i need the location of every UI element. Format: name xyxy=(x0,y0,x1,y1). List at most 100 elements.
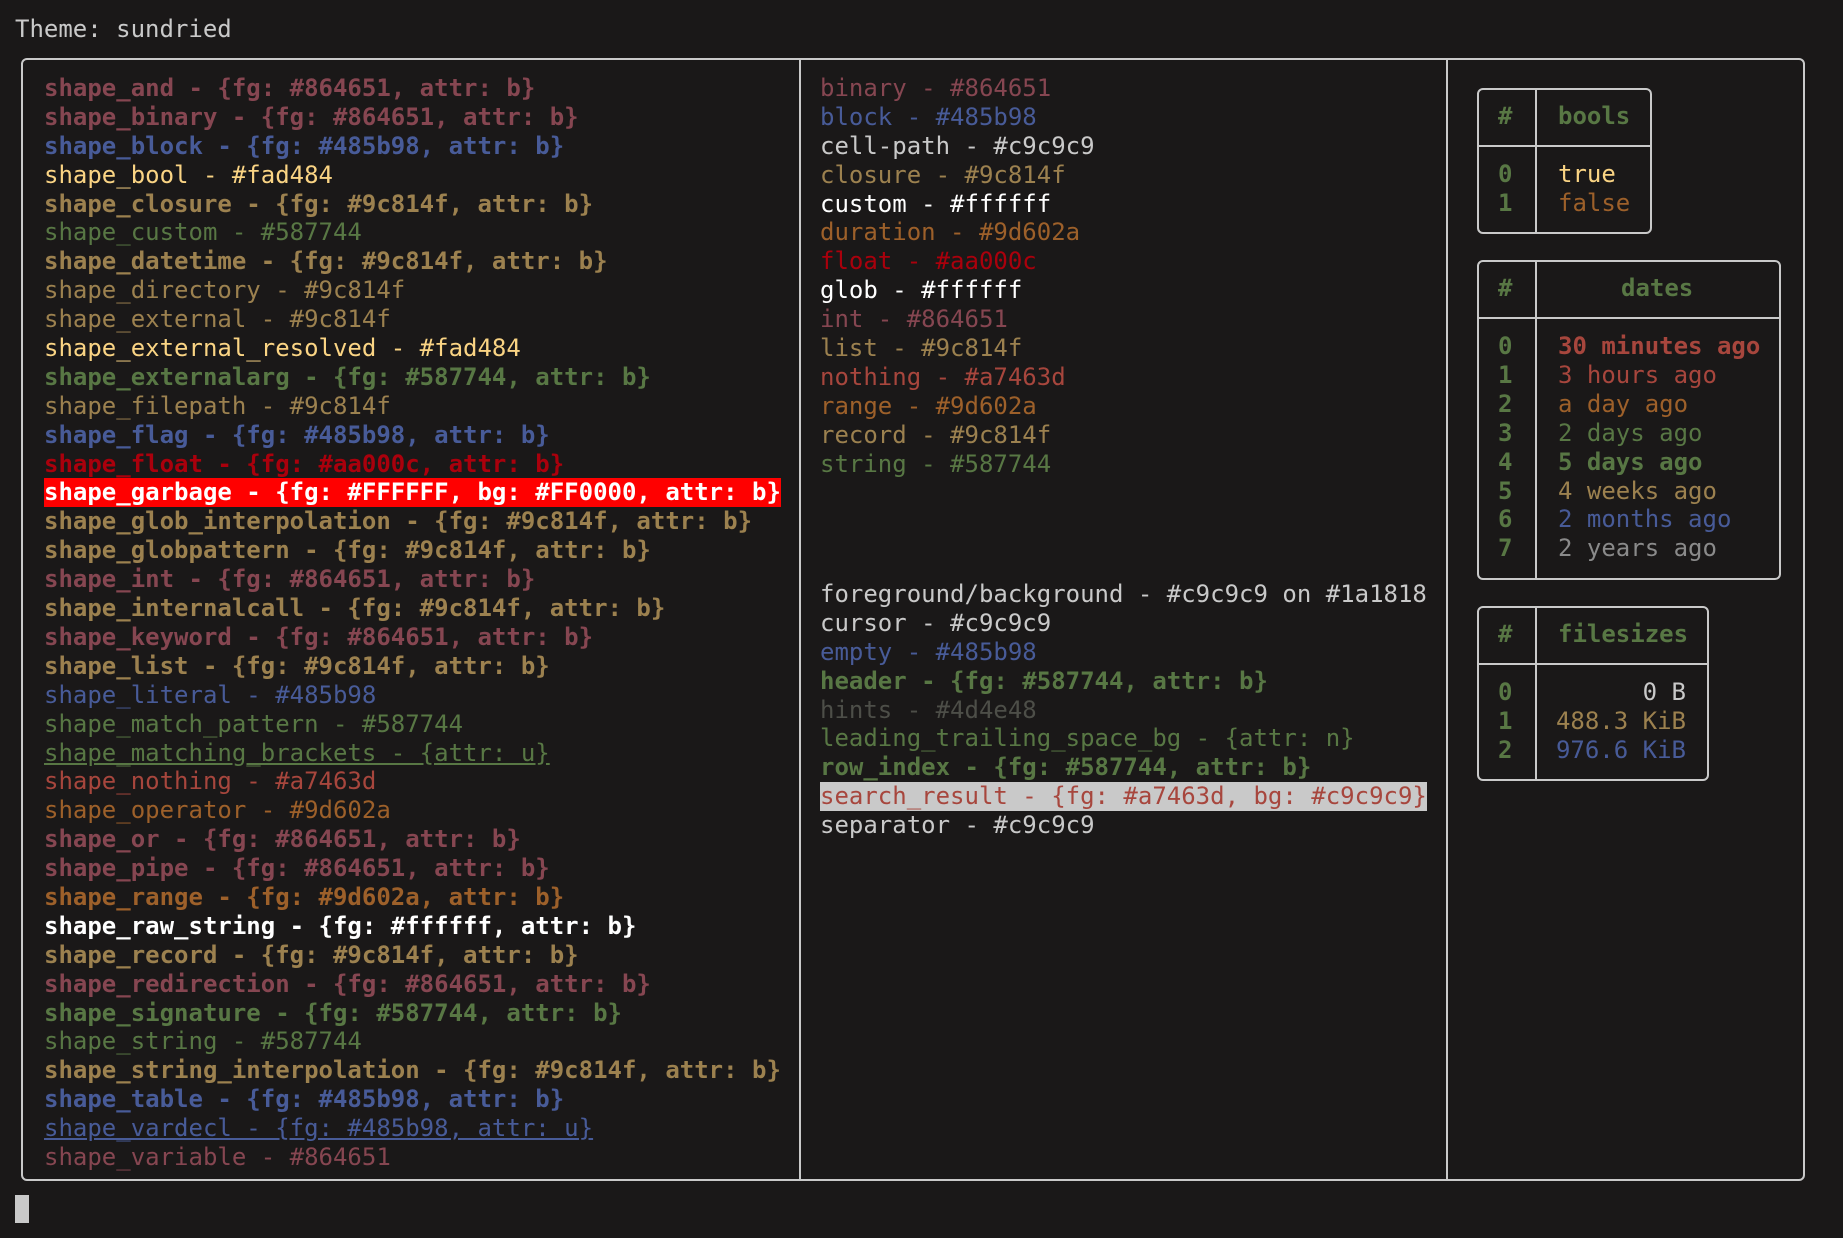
ui-color-entry: cursor - #c9c9c9 xyxy=(820,608,1052,637)
shape-color-entry: shape_internalcall - {fg: #9c814f, attr:… xyxy=(44,594,666,623)
type-color-entry: float - #aa000c xyxy=(820,247,1037,276)
shape-color-entry: shape_pipe - {fg: #864651, attr: b} xyxy=(44,854,550,883)
table-header-separator xyxy=(1479,145,1650,147)
table-cell: false xyxy=(1558,188,1631,217)
shape-color-entry: shape_globpattern - {fg: #9c814f, attr: … xyxy=(44,536,651,565)
shape-color-entry: shape_int - {fg: #864651, attr: b} xyxy=(44,565,536,594)
shape-color-entry: shape_garbage - {fg: #FFFFFF, bg: #FF000… xyxy=(44,478,781,508)
row-index: 5 xyxy=(1498,476,1513,505)
table-column-separator xyxy=(1535,90,1537,232)
type-color-entry: closure - #9c814f xyxy=(820,160,1066,189)
shape-color-entry: shape_binary - {fg: #864651, attr: b} xyxy=(44,102,579,131)
shape-color-entry: shape_bool - #fad484 xyxy=(44,160,333,189)
table-cell: 3 hours ago xyxy=(1558,360,1717,389)
row-index: 1 xyxy=(1498,188,1513,217)
index-header: # xyxy=(1498,102,1513,130)
column-divider xyxy=(1446,60,1448,1179)
shape-color-entry: shape_string_interpolation - {fg: #9c814… xyxy=(44,1056,781,1085)
shape-color-entry: shape_float - {fg: #aa000c, attr: b} xyxy=(44,449,565,478)
theme-preview-panel: shape_and - {fg: #864651, attr: b} shape_… xyxy=(21,58,1805,1181)
table-cell: true xyxy=(1558,160,1616,188)
table-cell: 2 years ago xyxy=(1558,534,1717,563)
dates-table: # dates 0 30 minutes ago 1 3 hours ago 2 a da… xyxy=(1477,260,1781,580)
row-index: 4 xyxy=(1498,447,1513,476)
shape-color-entry: shape_external_resolved - #fad484 xyxy=(44,334,521,363)
ui-color-entry: foreground/background - #c9c9c9 on #1a18… xyxy=(820,580,1427,608)
type-color-entry: string - #587744 xyxy=(820,449,1052,478)
ui-color-entry: empty - #485b98 xyxy=(820,637,1037,666)
shape-color-entry: shape_signature - {fg: #587744, attr: b} xyxy=(44,998,622,1027)
column-header: dates xyxy=(1621,274,1694,302)
shape-color-entry: shape_raw_string - {fg: #ffffff, attr: b… xyxy=(44,911,637,940)
type-color-entry: list - #9c814f xyxy=(820,334,1023,363)
type-color-entry: range - #9d602a xyxy=(820,391,1037,420)
shape-color-entry: shape_operator - #9d602a xyxy=(44,796,391,825)
shape-color-entry: shape_string - #587744 xyxy=(44,1027,362,1056)
ui-colors-column: foreground/background - #c9c9c9 on #1a18… xyxy=(820,580,1427,840)
shape-color-entry: shape_custom - #587744 xyxy=(44,218,362,247)
row-index: 1 xyxy=(1498,706,1513,735)
table-cell: 2 months ago xyxy=(1558,505,1732,534)
ui-color-entry: separator - #c9c9c9 xyxy=(820,811,1095,840)
types-column: binary - #864651 block - #485b98 cell-path… xyxy=(820,74,1095,478)
bools-table: # bools 0 true 1 false xyxy=(1477,88,1652,234)
row-index: 0 xyxy=(1498,332,1513,360)
shape-color-entry: shape_block - {fg: #485b98, attr: b} xyxy=(44,131,565,160)
table-header-separator xyxy=(1479,317,1779,319)
row-index: 2 xyxy=(1498,389,1513,418)
column-header: bools xyxy=(1558,102,1631,130)
shape-color-entry: shape_flag - {fg: #485b98, attr: b} xyxy=(44,420,550,449)
ui-color-entry: hints - #4d4e48 xyxy=(820,695,1037,724)
table-cell: 4 weeks ago xyxy=(1558,476,1717,505)
table-cell: 5 days ago xyxy=(1558,447,1703,476)
shape-color-entry: shape_glob_interpolation - {fg: #9c814f,… xyxy=(44,507,753,536)
filesizes-table: # filesizes 0 0 B 1 488.3 KiB 2 976.6 KiB xyxy=(1477,606,1709,781)
shape-color-entry: shape_datetime - {fg: #9c814f, attr: b} xyxy=(44,247,608,276)
row-index: 7 xyxy=(1498,534,1513,563)
column-header: filesizes xyxy=(1558,620,1689,648)
shape-color-entry: shape_table - {fg: #485b98, attr: b} xyxy=(44,1085,565,1114)
shape-color-entry: shape_directory - #9c814f xyxy=(44,276,406,305)
index-header: # xyxy=(1498,274,1513,302)
table-column-separator xyxy=(1535,608,1537,779)
shape-color-entry: shape_externalarg - {fg: #587744, attr: … xyxy=(44,362,651,391)
table-cell: 2 days ago xyxy=(1558,418,1703,447)
row-index: 6 xyxy=(1498,505,1513,534)
type-color-entry: custom - #ffffff xyxy=(820,189,1052,218)
shape-color-entry: shape_list - {fg: #9c814f, attr: b} xyxy=(44,651,550,680)
row-index: 1 xyxy=(1498,360,1513,389)
table-cell: 30 minutes ago xyxy=(1558,332,1761,360)
table-cell: a day ago xyxy=(1558,389,1689,418)
shape-color-entry: shape_vardecl - {fg: #485b98, attr: u} xyxy=(44,1114,594,1143)
shape-color-entry: shape_and - {fg: #864651, attr: b} xyxy=(44,74,536,102)
shape-color-entry: shape_external - #9c814f xyxy=(44,305,391,334)
table-cell: 488.3 KiB xyxy=(1555,706,1686,735)
type-color-entry: binary - #864651 xyxy=(820,74,1052,102)
table-header-separator xyxy=(1479,663,1707,665)
row-index: 0 xyxy=(1498,160,1513,188)
type-color-entry: int - #864651 xyxy=(820,305,1008,334)
table-column-separator xyxy=(1535,262,1537,578)
shape-color-entry: shape_redirection - {fg: #864651, attr: … xyxy=(44,969,651,998)
shape-color-entry: shape_record - {fg: #9c814f, attr: b} xyxy=(44,940,579,969)
row-index: 3 xyxy=(1498,418,1513,447)
theme-title: Theme: sundried xyxy=(15,15,232,43)
ui-color-entry: leading_trailing_space_bg - {attr: n} xyxy=(820,724,1355,753)
type-color-entry: block - #485b98 xyxy=(820,102,1037,131)
shape-color-entry: shape_range - {fg: #9d602a, attr: b} xyxy=(44,882,565,911)
shape-color-entry: shape_variable - #864651 xyxy=(44,1142,391,1171)
row-index: 0 xyxy=(1498,678,1513,706)
shape-color-entry: shape_match_pattern - #587744 xyxy=(44,709,464,738)
terminal-cursor xyxy=(15,1195,29,1223)
ui-color-entry: search_result - {fg: #a7463d, bg: #c9c9c… xyxy=(820,782,1427,812)
column-divider xyxy=(799,60,801,1179)
shape-color-entry: shape_closure - {fg: #9c814f, attr: b} xyxy=(44,189,594,218)
shape-color-entry: shape_keyword - {fg: #864651, attr: b} xyxy=(44,622,594,651)
type-color-entry: glob - #ffffff xyxy=(820,276,1023,305)
type-color-entry: cell-path - #c9c9c9 xyxy=(820,131,1095,160)
shape-color-entry: shape_or - {fg: #864651, attr: b} xyxy=(44,825,521,854)
type-color-entry: duration - #9d602a xyxy=(820,218,1081,247)
row-index: 2 xyxy=(1498,735,1513,764)
shape-color-entry: shape_filepath - #9c814f xyxy=(44,391,391,420)
ui-color-entry: row_index - {fg: #587744, attr: b} xyxy=(820,753,1312,782)
